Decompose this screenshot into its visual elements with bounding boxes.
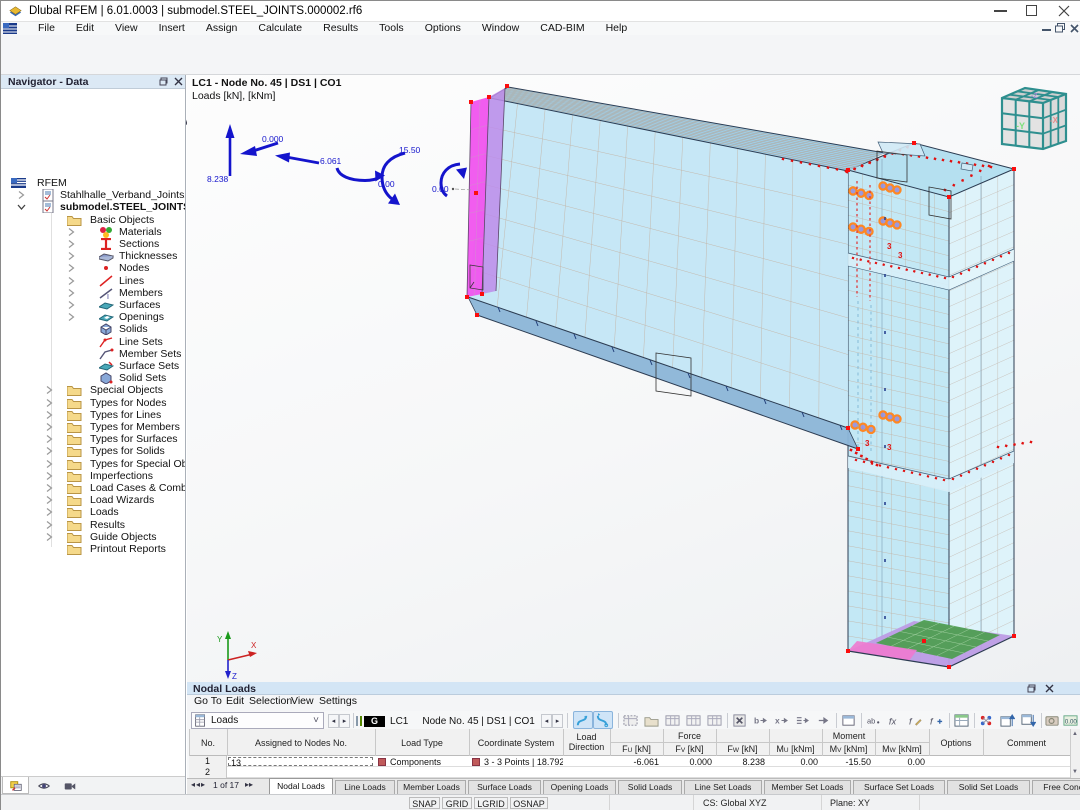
svg-text:15.50: 15.50 (399, 145, 421, 155)
svg-text:6.061: 6.061 (320, 156, 342, 166)
svg-text:-X: -X (1050, 116, 1059, 125)
svg-text:3: 3 (887, 443, 892, 452)
svg-text:3: 3 (865, 439, 870, 448)
svg-text:Y: Y (217, 635, 223, 644)
svg-text:0.000: 0.000 (262, 134, 284, 144)
svg-text:Z: Z (232, 672, 237, 681)
svg-text:0.00: 0.00 (432, 184, 449, 194)
svg-text:X: X (251, 641, 257, 650)
svg-text:-Z: -Z (1031, 93, 1038, 100)
svg-text:3: 3 (898, 251, 903, 260)
svg-text:8.238: 8.238 (207, 174, 229, 184)
svg-text:0.00: 0.00 (378, 179, 395, 189)
svg-text:-Y: -Y (1016, 121, 1025, 131)
svg-text:3: 3 (887, 242, 892, 251)
